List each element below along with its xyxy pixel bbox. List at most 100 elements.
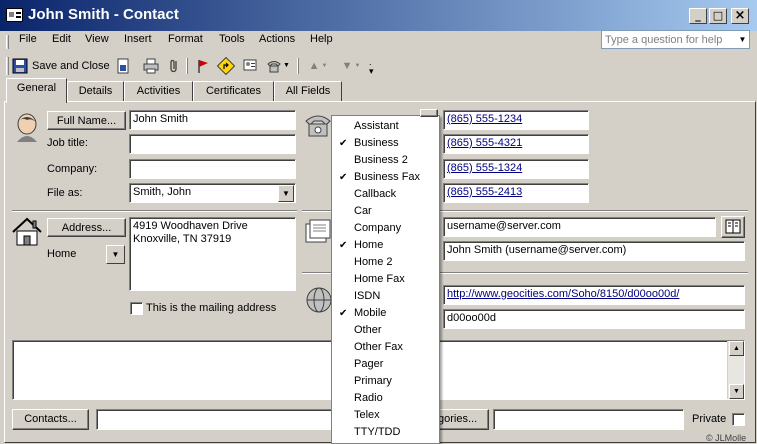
dropdown-item-business-2[interactable]: Business 2 xyxy=(332,152,439,169)
address-line-2: Knoxville, TN 37919 xyxy=(133,233,232,245)
im-address-field[interactable]: d00oo00d xyxy=(443,309,745,329)
phone-field-4[interactable]: (865) 555-2413 xyxy=(443,183,589,203)
menu-actions[interactable]: Actions xyxy=(259,33,295,45)
dropdown-item-business[interactable]: ✔ Business xyxy=(332,135,439,152)
follow-up-button[interactable] xyxy=(193,56,213,75)
dropdown-item-callback[interactable]: Callback xyxy=(332,186,439,203)
address-type-dropdown-button[interactable]: ▼ xyxy=(106,245,125,264)
private-checkbox[interactable] xyxy=(732,413,745,426)
call-contact-button[interactable]: ▼ xyxy=(263,56,293,75)
contact-card-icon[interactable] xyxy=(6,8,23,22)
save-and-close-button[interactable]: Save and Close xyxy=(12,55,112,76)
tab-certificates[interactable]: Certificates xyxy=(193,81,274,102)
dropdown-item-label: Car xyxy=(354,205,372,217)
paperclip-icon xyxy=(170,59,177,72)
phone-field-2[interactable]: (865) 555-4321 xyxy=(443,134,589,154)
chevron-up-icon: ▲ xyxy=(733,345,740,352)
file-as-dropdown-button[interactable]: ▼ xyxy=(278,185,294,202)
phone-type-dropdown-button[interactable] xyxy=(420,109,438,117)
mailing-address-checkbox[interactable] xyxy=(130,302,143,315)
file-as-label: File as: xyxy=(47,187,83,199)
file-as-combo[interactable]: Smith, John xyxy=(129,183,296,203)
phone-icon xyxy=(267,60,281,72)
dropdown-item-label: Company xyxy=(354,222,402,234)
next-item-button[interactable]: ▼ ▼ xyxy=(336,56,366,75)
dropdown-item-car[interactable]: Car xyxy=(332,203,439,220)
categories-field[interactable] xyxy=(493,409,684,430)
display-as-field[interactable]: John Smith (username@server.com) xyxy=(443,241,745,261)
phone-field-1[interactable]: (865) 555-1234 xyxy=(443,110,589,130)
dropdown-item-pager[interactable]: Pager xyxy=(332,356,439,373)
minimize-button[interactable]: _ xyxy=(689,8,707,24)
toolbar-options-icon[interactable]: . ▾ xyxy=(369,58,374,76)
maximize-button[interactable]: □ xyxy=(709,8,727,24)
dropdown-item-isdn[interactable]: ISDN xyxy=(332,288,439,305)
dropdown-item-label: Assistant xyxy=(354,120,399,132)
tab-details[interactable]: Details xyxy=(67,81,124,102)
close-button[interactable]: × xyxy=(731,8,749,24)
checkmark-icon: ✔ xyxy=(339,172,348,183)
menu-edit[interactable]: Edit xyxy=(52,33,71,45)
dropdown-item-business-fax[interactable]: ✔ Business Fax xyxy=(332,169,439,186)
address-book-button[interactable] xyxy=(721,216,745,238)
web-page-field[interactable]: http://www.geocities.com/Soho/8150/d00oo… xyxy=(443,285,745,305)
notes-scrollbar[interactable]: ▲ ▼ xyxy=(727,341,744,399)
email-icon xyxy=(305,219,331,243)
phone-field-3[interactable]: (865) 555-1324 xyxy=(443,159,589,179)
map-sign-icon xyxy=(217,56,235,75)
tab-all-fields[interactable]: All Fields xyxy=(274,81,342,102)
help-dropdown-icon[interactable]: ▼ xyxy=(736,31,749,48)
address-button[interactable]: Address... xyxy=(47,218,126,237)
mailing-address-label: This is the mailing address xyxy=(146,302,277,314)
dropdown-item-other-fax[interactable]: Other Fax xyxy=(332,339,439,356)
scroll-up-button[interactable]: ▲ xyxy=(729,341,744,356)
insert-file-button[interactable] xyxy=(164,56,184,75)
address-field[interactable]: 4919 Woodhaven Drive Knoxville, TN 37919 xyxy=(129,217,296,291)
company-field[interactable] xyxy=(129,159,296,179)
dropdown-item-label: Home xyxy=(354,239,384,251)
dropdown-item-home[interactable]: ✔ Home xyxy=(332,237,439,254)
dropdown-item-home-fax[interactable]: Home Fax xyxy=(332,271,439,288)
categories-button[interactable]: gories... xyxy=(436,409,489,430)
dropdown-item-label: Other Fax xyxy=(354,341,403,353)
menu-help[interactable]: Help xyxy=(310,33,333,45)
dropdown-item-label: Telex xyxy=(354,409,380,421)
menu-format[interactable]: Format xyxy=(168,33,203,45)
window-title: John Smith - Contact xyxy=(28,6,179,23)
menu-view[interactable]: View xyxy=(85,33,109,45)
toolbar-grip xyxy=(6,57,9,75)
dropdown-item-other[interactable]: Other xyxy=(332,322,439,339)
address-line-1: 4919 Woodhaven Drive xyxy=(133,220,248,232)
help-search-input[interactable]: Type a question for help xyxy=(601,30,750,49)
dropdown-item-assistant[interactable]: Assistant xyxy=(332,118,439,135)
chevron-down-icon: ▼ xyxy=(111,250,120,259)
new-message-button[interactable] xyxy=(240,56,260,75)
menu-file[interactable]: File xyxy=(19,33,37,45)
dropdown-item-tty-tdd[interactable]: TTY/TDD xyxy=(332,424,439,441)
address-type-label[interactable]: Home xyxy=(47,248,76,260)
previous-item-button[interactable]: ▲ ▼ xyxy=(303,56,333,75)
display-map-button[interactable] xyxy=(216,56,236,75)
telephone-icon xyxy=(305,115,331,137)
tab-general[interactable]: General xyxy=(6,78,67,103)
job-title-field[interactable] xyxy=(129,134,296,154)
dropdown-item-radio[interactable]: Radio xyxy=(332,390,439,407)
email-field[interactable]: username@server.com xyxy=(443,217,716,237)
save-as-file-button[interactable] xyxy=(113,56,133,75)
title-bar[interactable]: John Smith - Contact _ □ × xyxy=(0,0,757,31)
dropdown-item-mobile[interactable]: ✔ Mobile xyxy=(332,305,439,322)
full-name-button[interactable]: Full Name... xyxy=(47,111,126,130)
tab-activities[interactable]: Activities xyxy=(124,81,193,102)
dropdown-item-primary[interactable]: Primary xyxy=(332,373,439,390)
phone-type-dropdown-list[interactable]: Assistant ✔ Business Business 2 ✔ Business Fa… xyxy=(331,115,440,444)
menu-tools[interactable]: Tools xyxy=(219,33,245,45)
dropdown-item-home-2[interactable]: Home 2 xyxy=(332,254,439,271)
print-button[interactable] xyxy=(141,56,161,75)
contacts-button[interactable]: Contacts... xyxy=(12,409,89,430)
full-name-field[interactable]: John Smith xyxy=(129,110,296,130)
dropdown-item-telex[interactable]: Telex xyxy=(332,407,439,424)
dropdown-item-company[interactable]: Company xyxy=(332,220,439,237)
printer-icon xyxy=(143,58,159,73)
menu-insert[interactable]: Insert xyxy=(124,33,152,45)
scroll-down-button[interactable]: ▼ xyxy=(729,384,744,399)
